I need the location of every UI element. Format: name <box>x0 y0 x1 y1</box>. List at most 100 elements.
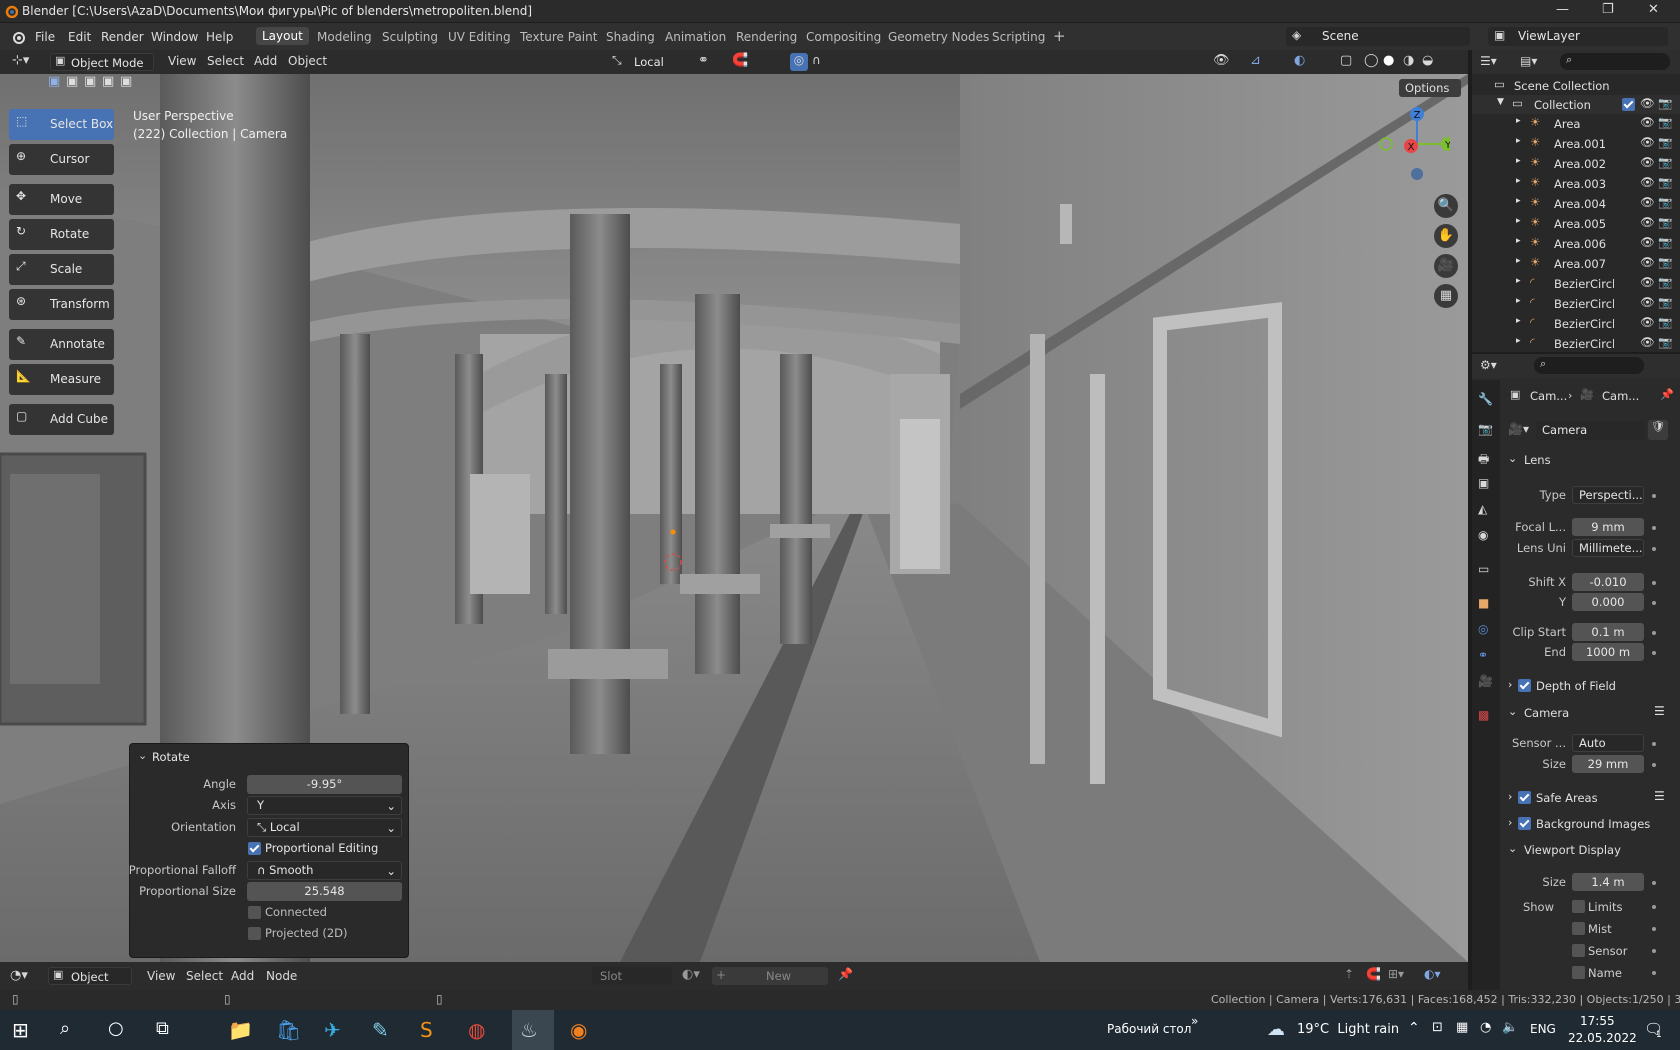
clip-start-field[interactable]: 0.1 m <box>1572 623 1644 641</box>
camera-render-icon[interactable]: 📷 <box>1658 255 1672 269</box>
viewport-menu-select[interactable]: Select <box>207 54 244 68</box>
clock-time[interactable]: 17:55 <box>1580 1014 1615 1028</box>
tab-shading[interactable]: Shading <box>606 30 655 44</box>
solid-shading-icon[interactable]: ● <box>1383 53 1394 68</box>
xray-icon[interactable]: ▢ <box>1340 53 1352 68</box>
outliner-item[interactable]: ▸ ☀ Area.004 👁 📷 <box>1472 194 1680 213</box>
scene-selector[interactable]: ◈ Scene <box>1286 27 1470 46</box>
animate-dot-icon[interactable] <box>1652 631 1656 635</box>
focal-length-field[interactable]: 9 mm <box>1572 518 1644 536</box>
view-layer-tab-icon[interactable]: ▣ <box>1478 476 1498 496</box>
shift-y-field[interactable]: 0.000 <box>1572 593 1644 611</box>
task-view-icon[interactable]: ⧉ <box>156 1018 180 1042</box>
proportional-edit-icon[interactable]: ◎ <box>790 53 808 71</box>
gizmo-toggle-icon[interactable]: ⊿ <box>1250 53 1261 68</box>
zoom-icon[interactable]: 🔍 <box>1434 194 1458 218</box>
expand-icon[interactable]: ▸ <box>1516 256 1521 266</box>
tray-monitor-icon[interactable]: ▦ <box>1456 1020 1468 1035</box>
expand-icon[interactable]: ▸ <box>1516 236 1521 246</box>
tool-add-cube[interactable]: ▢ Add Cube <box>9 404 114 435</box>
falloff-curve-icon[interactable]: ∩ <box>812 53 821 67</box>
select-invert-icon[interactable]: ▣ <box>102 74 114 89</box>
selection-mode-icons[interactable]: ▣ ▣ ▣ ▣ ▣ <box>48 74 140 92</box>
sensor-checkbox[interactable] <box>1572 944 1585 957</box>
transform-orientation-selector[interactable]: ⤡ Local <box>610 53 688 71</box>
camera-render-icon[interactable]: 📷 <box>1658 315 1672 329</box>
parent-node-icon[interactable]: ⇡ <box>1344 967 1354 981</box>
output-tab-icon[interactable]: 🖶 <box>1478 450 1498 470</box>
snap-icon[interactable]: 🧲 <box>732 53 748 68</box>
menu-file[interactable]: File <box>35 30 55 44</box>
tool-measure[interactable]: 📐 Measure <box>9 364 114 395</box>
lens-unit-dropdown[interactable]: Millimete... <box>1572 539 1644 557</box>
navigation-gizmo[interactable]: Z Y X <box>1370 102 1450 182</box>
animate-dot-icon[interactable] <box>1652 881 1656 885</box>
expand-icon[interactable]: ▸ <box>1516 196 1521 206</box>
notepad-icon[interactable]: ✎ <box>372 1018 396 1042</box>
animate-dot-icon[interactable] <box>1652 971 1656 975</box>
animate-dot-icon[interactable] <box>1652 905 1656 909</box>
outliner-item[interactable]: ▸ ☀ Area.007 👁 📷 <box>1472 254 1680 273</box>
collection-exclude-checkbox[interactable] <box>1622 98 1635 111</box>
mode-selector[interactable]: ▣ Object Mode <box>50 53 154 71</box>
camera-render-icon[interactable]: 📷 <box>1658 96 1672 110</box>
animate-dot-icon[interactable] <box>1652 601 1656 605</box>
slot-dropdown[interactable]: Slot <box>592 967 672 985</box>
animate-dot-icon[interactable] <box>1652 547 1656 551</box>
pin-icon[interactable]: 📌 <box>1660 388 1674 401</box>
fake-user-icon[interactable]: 🛡 <box>1648 420 1668 440</box>
texture-tab-icon[interactable]: ▩ <box>1478 708 1498 728</box>
eye-icon[interactable]: 👁 <box>1640 135 1655 149</box>
tab-geometry-nodes[interactable]: Geometry Nodes <box>888 30 989 44</box>
outliner-editor-icon[interactable]: ☰▾ <box>1480 54 1497 68</box>
overlay-toggle-icon[interactable]: ◐ <box>1294 53 1305 68</box>
tab-compositing[interactable]: Compositing <box>806 30 881 44</box>
overlay-icon[interactable]: ◐▾ <box>1424 967 1441 981</box>
eye-icon[interactable]: 👁 <box>1640 215 1655 229</box>
outliner-item[interactable]: ▸ ☀ Area.001 👁 📷 <box>1472 134 1680 153</box>
camera-section-header[interactable]: ⌄ Camera ☰ <box>1504 702 1678 724</box>
editor-type-icon[interactable]: ⊹▾ <box>12 53 29 68</box>
viewlayer-selector[interactable]: ▣ ViewLayer <box>1488 27 1668 46</box>
presets-list-icon[interactable]: ☰ <box>1654 704 1665 718</box>
outliner-item[interactable]: ▸ ☀ Area.002 👁 📷 <box>1472 154 1680 173</box>
expand-icon[interactable]: ▸ <box>1516 216 1521 226</box>
snap-mode-icon[interactable]: ⊞▾ <box>1388 967 1404 981</box>
outliner-item[interactable]: ▸ ◜ BezierCircle 👁📷 <box>1472 294 1680 313</box>
select-new-icon[interactable]: ▣ <box>48 74 60 89</box>
animate-dot-icon[interactable] <box>1652 494 1656 498</box>
outliner-item[interactable]: ▸ ◜ BezierCircle 👁📷 <box>1472 314 1680 333</box>
scene-collection-row[interactable]: ▭ Scene Collection <box>1472 76 1680 95</box>
shader-type-selector[interactable]: ▣ Object <box>48 967 132 985</box>
select-subtract-icon[interactable]: ▣ <box>84 74 96 89</box>
animate-dot-icon[interactable] <box>1652 949 1656 953</box>
viewport-menu-view[interactable]: View <box>168 54 196 68</box>
camera-view-icon[interactable]: 🎥 <box>1434 254 1458 278</box>
safe-areas-checkbox[interactable] <box>1518 791 1531 804</box>
tool-transform[interactable]: ⊛ Transform <box>9 289 114 320</box>
outliner-panel[interactable]: ☰▾ ▤▾ ⌕ ▭ Scene Collection ▼ ▭ Collection 👁 📷… <box>1472 50 1680 352</box>
camera-data-tab-icon[interactable]: 🎥 <box>1478 674 1498 694</box>
camera-render-icon[interactable]: 📷 <box>1658 115 1672 129</box>
angle-field[interactable]: -9.95° <box>247 775 402 794</box>
expand-icon[interactable]: ▼ <box>1497 97 1504 107</box>
windows-start-icon[interactable]: ⊞ <box>12 1018 36 1042</box>
language-indicator[interactable]: ENG <box>1530 1022 1556 1036</box>
properties-editor-icon[interactable]: ⚙▾ <box>1480 358 1497 372</box>
menu-window[interactable]: Window <box>151 30 198 44</box>
pin-icon[interactable]: 📌 <box>838 967 853 981</box>
axis-dropdown[interactable]: Y ⌄ <box>247 796 402 815</box>
desktop-toolbar-label[interactable]: Рабочий стол <box>1107 1022 1191 1036</box>
outliner-item[interactable]: ▸ ☀ Area 👁 📷 <box>1472 114 1680 133</box>
outliner-item[interactable]: ▸ ◜ BezierCircle 👁📷 <box>1472 334 1680 352</box>
material-shading-icon[interactable]: ◑ <box>1403 53 1414 68</box>
rendered-shading-icon[interactable]: ◒ <box>1422 53 1433 68</box>
tool-move[interactable]: ✥ Move <box>9 184 114 215</box>
node-menu-add[interactable]: Add <box>231 969 254 983</box>
expand-icon[interactable]: ▸ <box>1516 156 1521 166</box>
expand-icon[interactable]: ▸ <box>1516 176 1521 186</box>
depth-of-field-section-header[interactable]: › Depth of Field <box>1504 675 1678 697</box>
mist-checkbox[interactable] <box>1572 922 1585 935</box>
scene-tab-icon[interactable]: ◭ <box>1478 502 1498 522</box>
eye-icon[interactable]: 👁 <box>1640 155 1655 169</box>
